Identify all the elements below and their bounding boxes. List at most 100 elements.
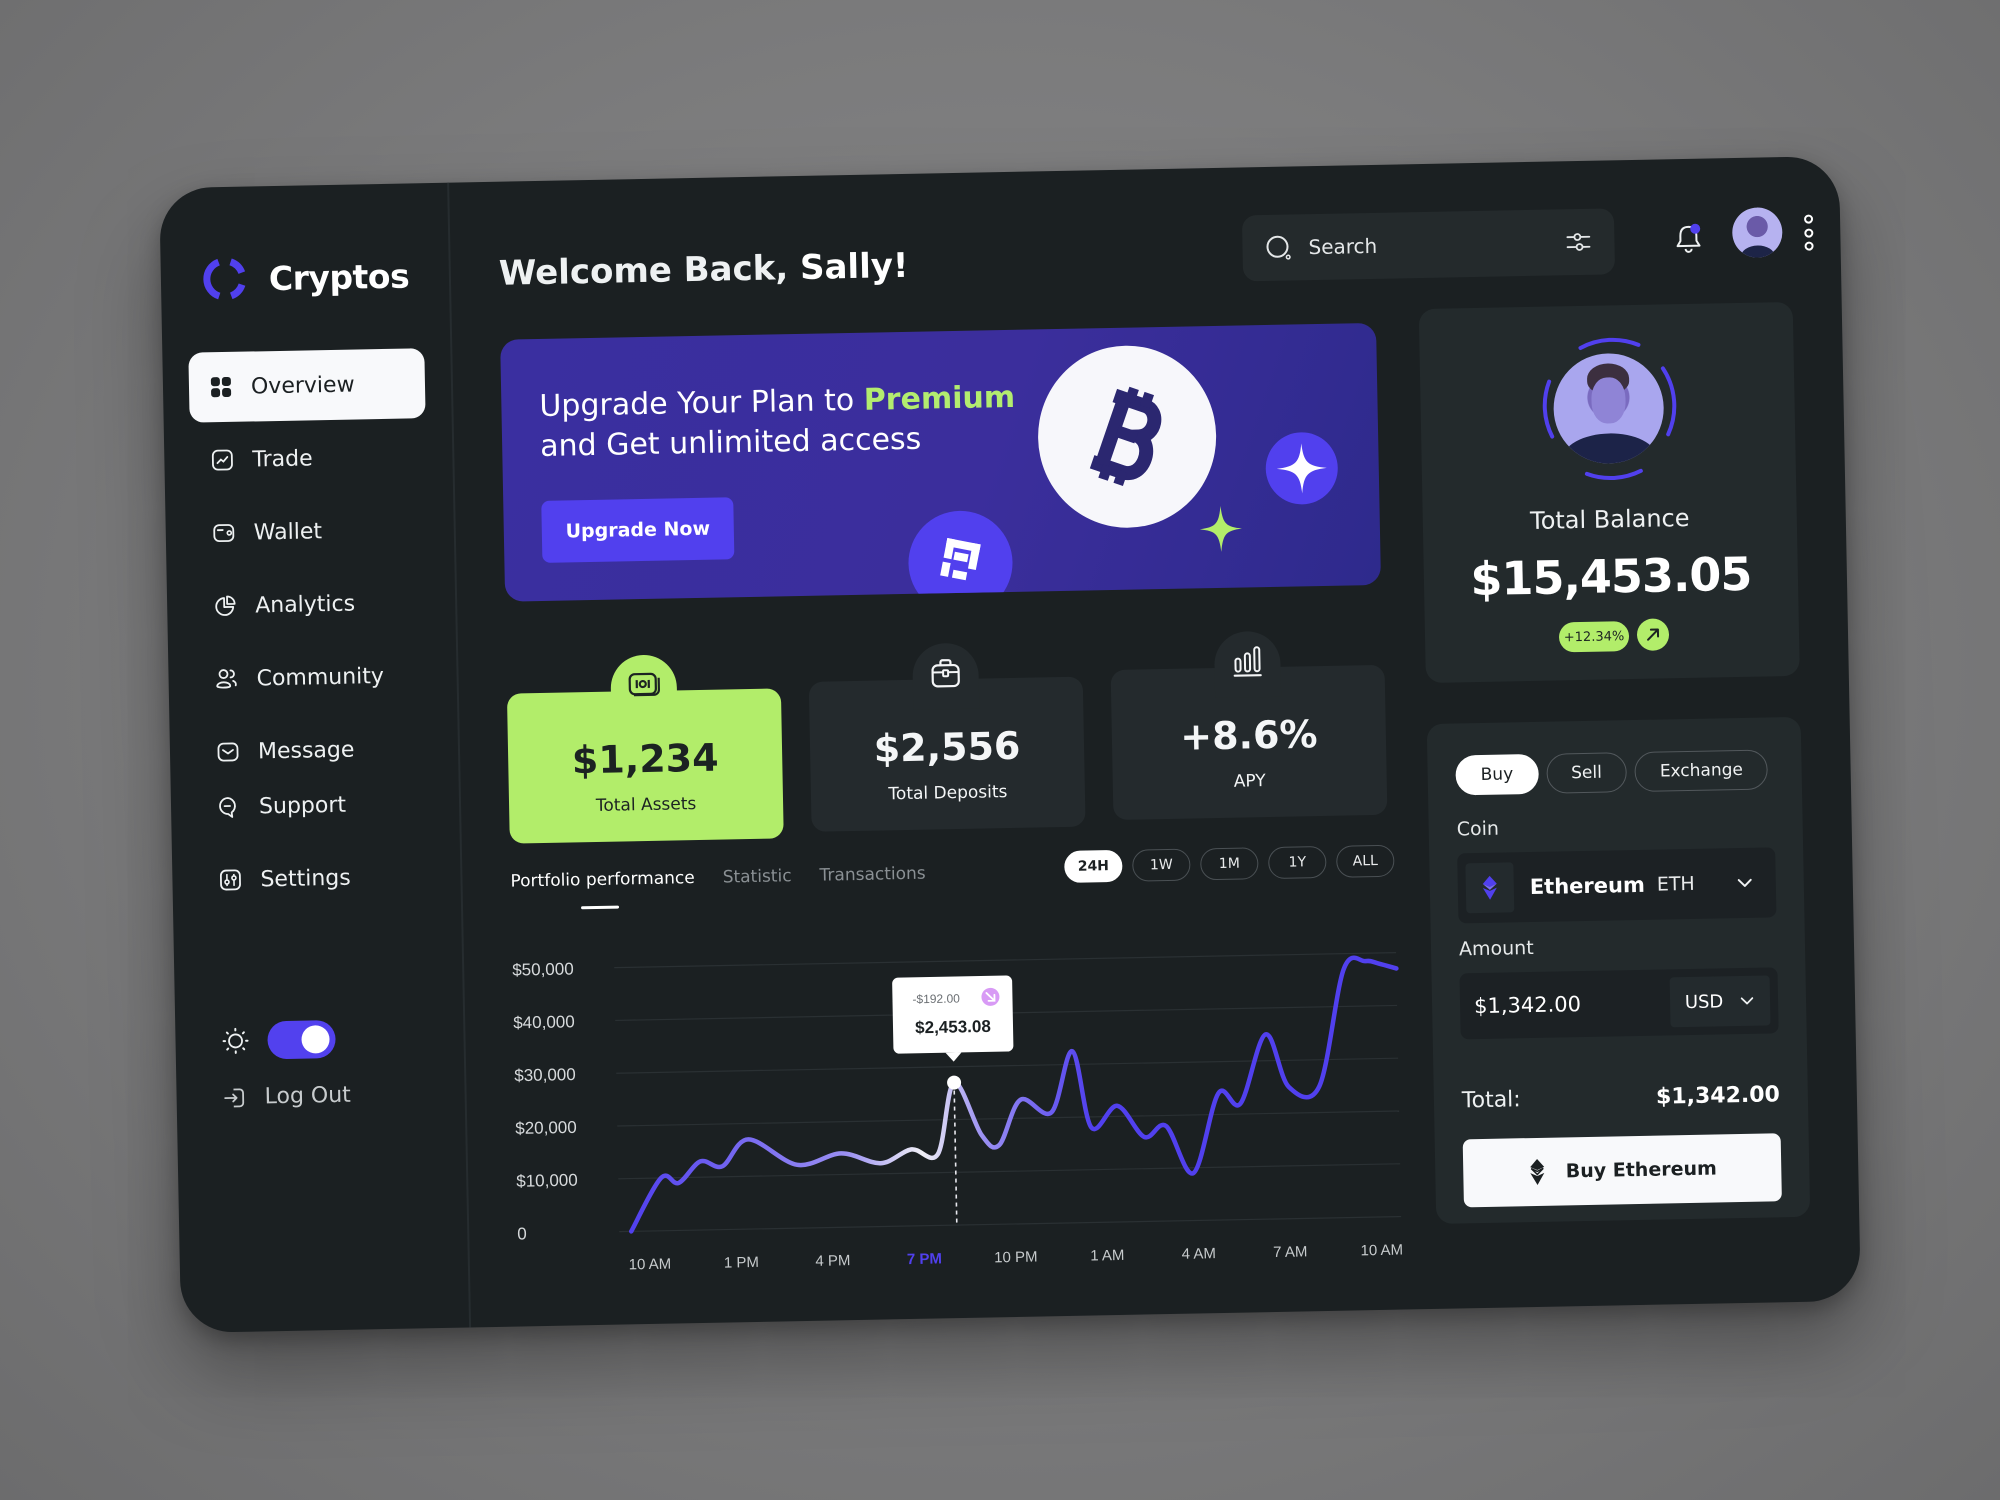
grid-line <box>614 952 1397 969</box>
range-24h[interactable]: 24H <box>1064 849 1123 883</box>
sidebar-item-trade[interactable]: Trade <box>190 421 427 496</box>
x-axis: 10 AM 1 PM 4 PM 7 PM 10 PM 1 AM 4 AM 7 AM 10 AM <box>628 1242 1403 1274</box>
sliders-icon <box>219 869 241 891</box>
user-name: Sally! <box>799 245 909 288</box>
x-tick-label: 4 AM <box>1182 1245 1217 1263</box>
amount-label: Amount <box>1458 936 1534 961</box>
y-tick-label: $10,000 <box>516 1171 578 1191</box>
currency-select[interactable]: USD <box>1669 975 1771 1028</box>
tab-sell[interactable]: Sell <box>1545 752 1628 794</box>
wallet-icon <box>213 524 235 543</box>
buy-ethereum-button[interactable]: Buy Ethereum <box>1462 1133 1782 1208</box>
sidebar-item-overview[interactable]: Overview <box>188 348 426 423</box>
notification-bell-icon[interactable] <box>1670 221 1707 258</box>
stat-label: APY <box>1233 771 1266 792</box>
banner-title-text-2: and Get unlimited access <box>539 421 922 464</box>
upgrade-banner: Upgrade Your Plan to Premium and Get unl… <box>500 322 1382 602</box>
sidebar-item-analytics[interactable]: Analytics <box>193 567 430 642</box>
search-input[interactable]: Search <box>1241 208 1616 282</box>
trade-widget: Buy Sell Exchange Coin Ethereum ETH Amou… <box>1426 716 1811 1224</box>
sidebar-item-label: Analytics <box>254 591 356 618</box>
buy-button-label: Buy Ethereum <box>1565 1157 1718 1183</box>
money-icon <box>628 672 660 697</box>
user-avatar[interactable] <box>1731 207 1783 259</box>
range-1y[interactable]: 1Y <box>1268 845 1327 880</box>
trend-icon <box>211 449 233 471</box>
chat-icon <box>219 797 236 818</box>
search-placeholder: Search <box>1308 233 1378 260</box>
logo-icon <box>203 258 246 300</box>
tab-statistic[interactable]: Statistic <box>723 866 792 901</box>
page-title: Welcome Back, Sally! <box>498 246 908 294</box>
tab-exchange[interactable]: Exchange <box>1634 749 1769 793</box>
currency-value: USD <box>1684 990 1724 1013</box>
filter-icon[interactable] <box>1564 228 1593 257</box>
binance-icon <box>940 538 981 581</box>
tab-transactions[interactable]: Transactions <box>819 864 926 900</box>
sidebar-item-support[interactable]: Support <box>196 768 433 843</box>
upgrade-now-button[interactable]: Upgrade Now <box>541 497 735 563</box>
theme-toggle[interactable] <box>267 1020 336 1060</box>
arrow-up-right-icon <box>1647 628 1660 641</box>
y-tick-label: 0 <box>517 1224 527 1243</box>
message-icon <box>217 742 239 762</box>
x-tick-label: 1 PM <box>724 1254 759 1272</box>
logout-button[interactable]: Log Out <box>222 1083 351 1110</box>
x-tick-label: 7 AM <box>1273 1243 1308 1261</box>
total-label: Total: <box>1461 1087 1521 1114</box>
stat-label: Total Deposits <box>888 782 1008 805</box>
x-tick-label: 4 PM <box>815 1252 850 1270</box>
sidebar: Cryptos Overview Trade Wallet Analytics … <box>159 182 472 1334</box>
logo: Cryptos <box>203 253 410 301</box>
grid-line <box>618 1163 1401 1180</box>
stat-value: $1,234 <box>571 735 719 783</box>
y-tick-label: $20,000 <box>515 1118 577 1138</box>
coin-select[interactable]: Ethereum ETH <box>1457 847 1777 924</box>
range-all[interactable]: ALL <box>1336 844 1395 878</box>
grid-line <box>619 1215 1402 1233</box>
more-options-icon[interactable] <box>1802 214 1815 251</box>
grid-icon <box>210 376 232 398</box>
trend-up-button[interactable] <box>1636 618 1670 651</box>
y-tick-label: $40,000 <box>513 1012 575 1032</box>
logout-icon <box>224 1087 245 1107</box>
search-icon <box>1266 235 1291 260</box>
portfolio-chart[interactable]: 0 $10,000 $20,000 $30,000 $40,000 $50,000 10 … <box>495 904 1412 1291</box>
sidebar-item-community[interactable]: Community <box>194 640 431 715</box>
sidebar-item-label: Community <box>256 663 385 691</box>
bitcoin-icon <box>1089 386 1162 486</box>
sidebar-item-settings[interactable]: Settings <box>198 841 435 916</box>
briefcase-icon <box>931 659 960 688</box>
coin-name: Ethereum <box>1529 872 1646 900</box>
total-row: Total: $1,342.00 <box>1462 1082 1780 1113</box>
main-content: Welcome Back, Sally! Search Upgrade Your… <box>451 156 1861 1327</box>
balance-label: Total Balance <box>1529 503 1690 535</box>
chevron-down-icon <box>1741 997 1754 1005</box>
profile-photo <box>1552 352 1665 465</box>
sidebar-item-wallet[interactable]: Wallet <box>191 494 428 569</box>
sidebar-item-label: Support <box>258 792 347 819</box>
sun-icon <box>222 1027 249 1054</box>
tab-portfolio-performance[interactable]: Portfolio performance <box>510 868 695 906</box>
app-window: Cryptos Overview Trade Wallet Analytics … <box>159 155 1861 1334</box>
banner-title-highlight: Premium <box>863 379 1016 418</box>
x-tick-label: 10 AM <box>628 1256 671 1274</box>
stat-card-apy: +8.6% APY <box>1110 630 1388 821</box>
y-tick-label: $30,000 <box>514 1065 576 1085</box>
total-value: $1,342.00 <box>1655 1082 1781 1110</box>
x-tick-label: 10 PM <box>994 1249 1038 1267</box>
sparkle-badge <box>1265 431 1339 506</box>
sidebar-item-label: Overview <box>250 372 355 400</box>
y-tick-label: $50,000 <box>512 959 574 979</box>
coin-icon-box <box>1465 862 1515 914</box>
amount-input[interactable]: $1,342.00 USD <box>1459 967 1779 1040</box>
range-1w[interactable]: 1W <box>1132 848 1191 882</box>
main-nav: Overview Trade Wallet Analytics Communit… <box>188 348 432 790</box>
balance-value: $15,453.05 <box>1469 546 1752 607</box>
banner-title: Upgrade Your Plan to Premium and Get unl… <box>539 377 1060 467</box>
welcome-prefix: Welcome Back, <box>498 248 789 294</box>
time-range-selector: 24H 1W 1M 1Y ALL <box>1064 844 1395 883</box>
range-1m[interactable]: 1M <box>1200 847 1259 881</box>
sidebar-item-label: Message <box>257 737 355 764</box>
tab-buy[interactable]: Buy <box>1455 753 1539 796</box>
